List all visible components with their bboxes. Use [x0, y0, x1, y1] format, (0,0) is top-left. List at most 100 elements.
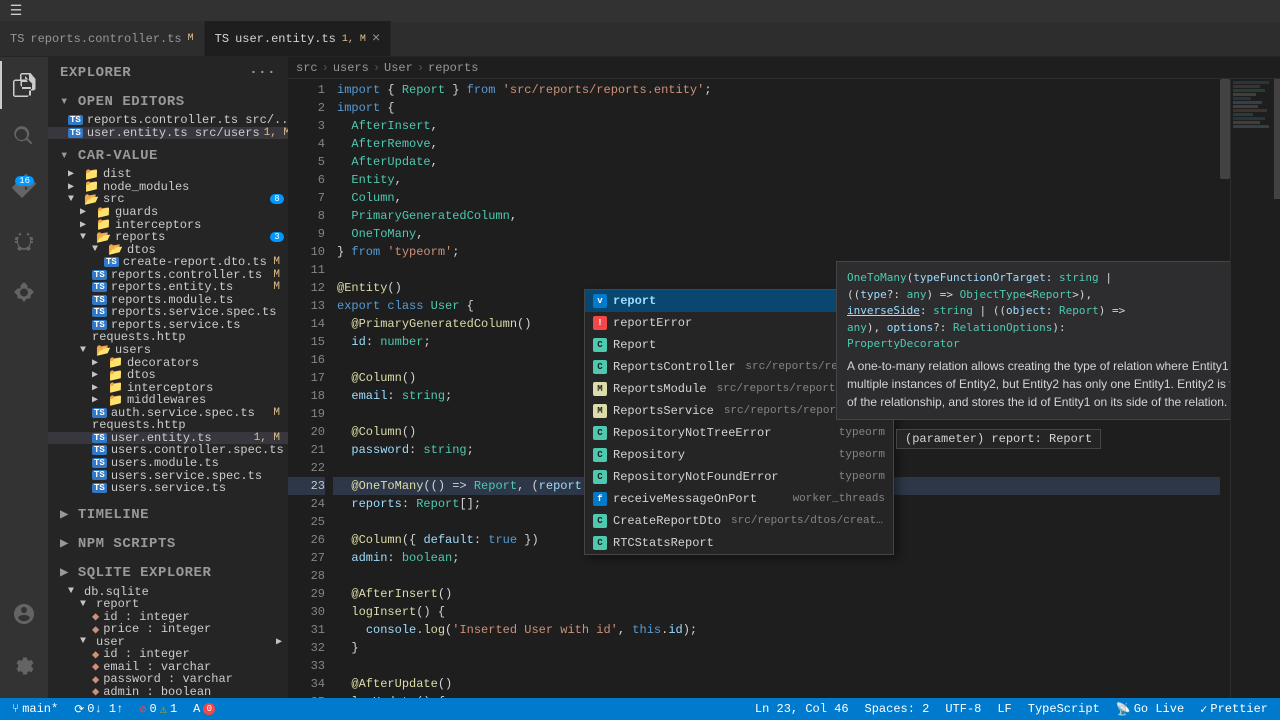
tree-item-interceptors[interactable]: ▶ 📁 interceptors [48, 218, 288, 231]
tree-item-dtos[interactable]: ▼ 📂 dtos [48, 243, 288, 256]
ts-badge: TS [68, 128, 83, 138]
sqlite-report[interactable]: ▼ report [48, 598, 288, 611]
autocomplete-item-RepositoryNotFoundError[interactable]: C RepositoryNotFoundError typeorm [585, 466, 893, 488]
autocomplete-item-receiveMessageOnPort[interactable]: f receiveMessageOnPort worker_threads [585, 488, 893, 510]
tree-item-reports-module[interactable]: TS reports.module.ts [48, 294, 288, 307]
tree-item-reports[interactable]: ▼ 📂 reports 3 [48, 231, 288, 244]
tree-item-label: users.service.spec.ts [111, 469, 262, 482]
autocomplete-source: typeorm [839, 449, 885, 461]
tab-user-entity[interactable]: TS user.entity.ts 1, M × [205, 21, 392, 56]
language-mode[interactable]: TypeScript [1024, 698, 1104, 720]
ts-badge: TS [92, 270, 107, 280]
npm-scripts-title[interactable]: ▶ NPM SCRIPTS [48, 527, 288, 556]
git-branch[interactable]: ⑂ main* [8, 698, 62, 720]
menu-icon[interactable]: ☰ [8, 3, 24, 19]
npm-scripts-label: ▶ NPM SCRIPTS [60, 535, 176, 552]
sqlite-user-email[interactable]: ◆ email : varchar [48, 661, 288, 674]
activity-bottom-icons [0, 590, 48, 698]
activity-settings-icon[interactable] [0, 642, 48, 690]
tree-item-reports-controller[interactable]: TS reports.controller.ts M [48, 268, 288, 281]
cursor-position[interactable]: Ln 23, Col 46 [751, 698, 853, 720]
sqlite-user[interactable]: ▼ user ▶ [48, 636, 288, 649]
tree-item-decorators[interactable]: ▶ 📁 decorators [48, 356, 288, 369]
tree-item-label: src [103, 193, 125, 206]
breadcrumb-reports[interactable]: reports [428, 61, 478, 75]
code-editor[interactable]: 12345 678910 1112131415 1617181920 21222… [288, 79, 1230, 698]
folder-icon: 📁 [108, 381, 123, 394]
explorer-menu-icon[interactable]: ··· [249, 65, 276, 81]
expand-icon[interactable]: ▶ [276, 636, 288, 648]
code-line: console.log('Inserted User with id', thi… [333, 621, 1230, 639]
tree-item-dtos2[interactable]: ▶ 📁 dtos [48, 369, 288, 382]
tab-reports-controller[interactable]: TS reports.controller.ts M [0, 21, 205, 56]
prettier-button[interactable]: ✓ Prettier [1196, 698, 1272, 720]
encoding-setting[interactable]: UTF-8 [941, 698, 985, 720]
tree-item-users-module[interactable]: TS users.module.ts [48, 457, 288, 470]
tree-item-requests-http[interactable]: requests.http [48, 331, 288, 344]
tab-close-button[interactable]: × [372, 32, 380, 46]
activity-search-icon[interactable] [0, 113, 48, 161]
open-editor-item-reports[interactable]: TS reports.controller.ts src/... M [48, 114, 288, 127]
error-count[interactable]: ⊘ 0 ⚠ 1 [135, 698, 181, 720]
tab-label: user.entity.ts [235, 32, 336, 46]
tree-item-users-controller-spec[interactable]: TS users.controller.spec.ts [48, 444, 288, 457]
open-editor-item-user[interactable]: TS user.entity.ts src/users 1, M [48, 127, 288, 140]
activity-extensions-icon[interactable] [0, 269, 48, 317]
tree-item-reports-service-spec[interactable]: TS reports.service.spec.ts [48, 306, 288, 319]
modified-indicator: M [273, 256, 288, 268]
breadcrumb-src[interactable]: src [296, 61, 318, 75]
activity-account-icon[interactable] [0, 590, 48, 638]
tree-item-dist[interactable]: ▶ 📁 dist [48, 168, 288, 181]
tree-item-label: reports.service.spec.ts [111, 306, 277, 319]
breadcrumb-sep: › [322, 61, 329, 75]
go-live-button[interactable]: 📡 Go Live [1112, 698, 1188, 720]
tree-item-users-service-spec[interactable]: TS users.service.spec.ts [48, 469, 288, 482]
breadcrumb-user[interactable]: User [384, 61, 413, 75]
status-right: Ln 23, Col 46 Spaces: 2 UTF-8 LF TypeScr… [751, 698, 1272, 720]
breadcrumb-users[interactable]: users [333, 61, 369, 75]
tree-item-users-service[interactable]: TS users.service.ts [48, 482, 288, 495]
activity-git-icon[interactable]: 16 [0, 165, 48, 213]
minimap-scrollbar[interactable] [1274, 79, 1280, 199]
activity-debug-icon[interactable] [0, 217, 48, 265]
sqlite-user-id[interactable]: ◆ id : integer [48, 648, 288, 661]
sqlite-report-id[interactable]: ◆ id : integer [48, 610, 288, 623]
sqlite-explorer-title[interactable]: ▶ SQLITE EXPLORER [48, 556, 288, 585]
ts-badge: TS [92, 470, 107, 480]
open-editors-title[interactable]: ▾ OPEN EDITORS [48, 85, 288, 114]
sqlite-db[interactable]: ▼ db.sqlite [48, 585, 288, 598]
tree-item-node_modules[interactable]: ▶ 📁 node_modules [48, 181, 288, 194]
timeline-title[interactable]: ▶ TIMELINE [48, 498, 288, 527]
autocomplete-item-Repository[interactable]: C Repository typeorm [585, 444, 893, 466]
autocomplete-item-RepositoryNotTreeError[interactable]: C RepositoryNotTreeError typeorm [585, 422, 893, 444]
autocomplete-source: worker_threads [793, 493, 885, 505]
car-value-title[interactable]: ▾ CAR-VALUE [48, 139, 288, 168]
error-text: A [193, 702, 200, 716]
tree-item-create-report[interactable]: TS create-report.dto.ts M [48, 256, 288, 269]
tree-item-middlewares[interactable]: ▶ 📁 middlewares [48, 394, 288, 407]
tree-item-reports-service[interactable]: TS reports.service.ts [48, 319, 288, 332]
tree-item-src[interactable]: ▼ 📂 src 8 [48, 193, 288, 206]
sync-button[interactable]: ⟳ 0↓ 1↑ [70, 698, 127, 720]
diamond-icon: ◆ [92, 673, 99, 686]
tree-item-guards[interactable]: ▶ 📁 guards [48, 206, 288, 219]
arrow-icon: ▶ [92, 357, 104, 369]
spaces-setting[interactable]: Spaces: 2 [861, 698, 934, 720]
tree-item-auth-service-spec[interactable]: TS auth.service.spec.ts M [48, 406, 288, 419]
autocomplete-label: RepositoryNotTreeError [613, 426, 829, 440]
sqlite-user-password[interactable]: ◆ password : varchar [48, 673, 288, 686]
tree-item-requests-http2[interactable]: requests.http [48, 419, 288, 432]
scrollbar-thumb[interactable] [1220, 79, 1230, 179]
autocomplete-item-RTCStatsReport[interactable]: C RTCStatsReport [585, 532, 893, 554]
tree-item-interceptors2[interactable]: ▶ 📁 interceptors [48, 381, 288, 394]
code-line: Column, [333, 189, 1230, 207]
activity-explorer-icon[interactable] [0, 61, 48, 109]
autocomplete-item-CreateReportDto[interactable]: C CreateReportDto src/reports/dtos/creat… [585, 510, 893, 532]
ts-badge: TS [92, 282, 107, 292]
tree-item-users[interactable]: ▼ 📂 users [48, 344, 288, 357]
tree-item-user-entity[interactable]: TS user.entity.ts 1, M [48, 432, 288, 445]
sqlite-report-price[interactable]: ◆ price : integer [48, 623, 288, 636]
tree-item-reports-entity[interactable]: TS reports.entity.ts M [48, 281, 288, 294]
sqlite-user-admin[interactable]: ◆ admin : boolean [48, 686, 288, 698]
eol-setting[interactable]: LF [993, 698, 1015, 720]
